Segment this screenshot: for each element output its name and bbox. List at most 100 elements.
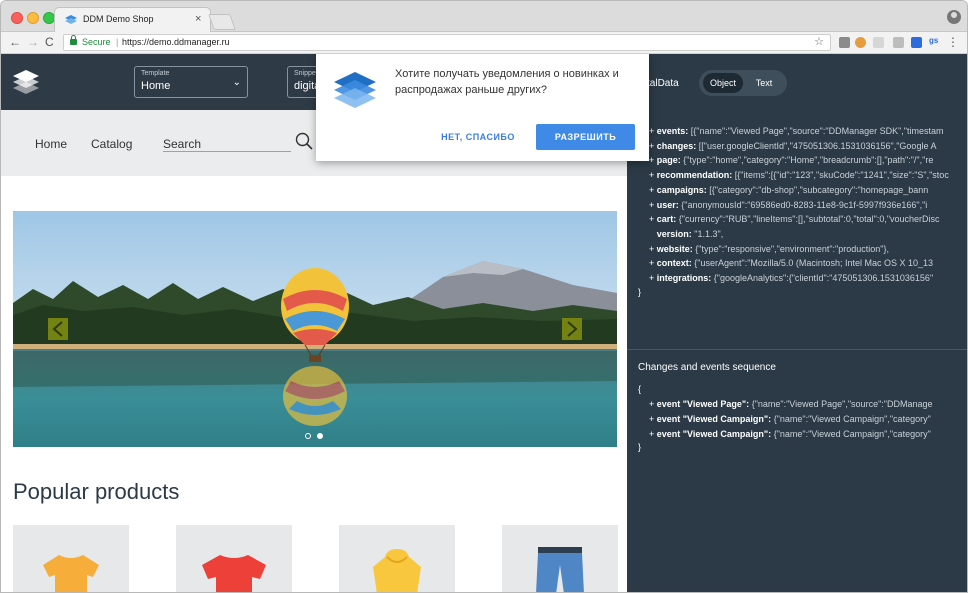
json-row[interactable]: + user: {"anonymousId":"69586ed0-8283-11… <box>649 200 927 210</box>
lock-icon <box>70 35 77 45</box>
carousel-dot-active[interactable] <box>317 433 323 439</box>
nav-link-home[interactable]: Home <box>35 137 67 151</box>
json-row[interactable]: + campaigns: [{"category":"db-shop","sub… <box>649 185 928 195</box>
snippet-dropdown-label: Snippet <box>294 70 318 77</box>
json-key: website: <box>656 243 693 254</box>
browser-window: DDM Demo Shop × ← → C Secure | https://d… <box>0 0 968 593</box>
expand-plus-icon[interactable]: + <box>649 258 657 268</box>
json-row[interactable]: + event "Viewed Campaign": {"name":"View… <box>649 414 931 424</box>
view-text-button[interactable]: Text <box>745 73 783 93</box>
json-row[interactable]: + integrations: {"googleAnalytics":{"cli… <box>649 273 933 283</box>
json-row[interactable]: + event "Viewed Campaign": {"name":"View… <box>649 429 931 439</box>
template-dropdown-label: Template <box>141 70 170 77</box>
view-toggle: Object Text <box>699 70 787 96</box>
json-row[interactable]: + version: "1.1.3", <box>649 229 723 239</box>
profile-icon[interactable] <box>947 10 961 24</box>
url-separator: | <box>116 37 119 47</box>
panel-divider <box>627 349 967 350</box>
deny-notifications-button[interactable]: НЕТ, СПАСИБО <box>428 124 528 150</box>
template-dropdown[interactable]: Template Home ⌄ <box>134 66 248 98</box>
json-key: event "Viewed Campaign": <box>656 414 772 424</box>
json-row[interactable]: + website: {"type":"responsive","environ… <box>649 244 889 254</box>
expand-plus-icon[interactable]: + <box>649 214 657 224</box>
forward-icon[interactable]: → <box>27 35 39 49</box>
json-key: events: <box>656 126 689 136</box>
json-row[interactable]: + changes: [["user.googleClientId","4750… <box>649 141 936 151</box>
page-viewport: Template Home ⌄ Snippet digita Home Cata… <box>1 54 967 592</box>
tab-close-icon[interactable]: × <box>195 13 201 25</box>
carousel-next-button[interactable] <box>562 318 582 340</box>
expand-plus-icon[interactable]: + <box>649 170 657 180</box>
tab-strip: DDM Demo Shop × <box>1 1 967 33</box>
json-row[interactable]: + event "Viewed Page": {"name":"Viewed P… <box>649 399 932 409</box>
json-value: {"name":"Viewed Campaign","category" <box>773 429 931 439</box>
product-card[interactable] <box>339 525 455 592</box>
expand-plus-icon[interactable]: + <box>649 200 657 210</box>
browser-toolbar: ← → C Secure | https://demo.ddmanager.ru… <box>1 32 967 54</box>
json-row[interactable]: + recommendation: [{"items":[{"id":"123"… <box>649 170 949 180</box>
json-row[interactable]: + page: {"type":"home","category":"Home"… <box>649 155 933 165</box>
json-key: user: <box>656 199 679 210</box>
chevron-right-icon <box>567 321 578 337</box>
digital-data-panel: igitalData Object Text { + events: [{"na… <box>627 54 967 592</box>
expand-plus-icon[interactable]: + <box>649 185 657 195</box>
tag-extension-icon[interactable] <box>911 37 922 48</box>
search-icon[interactable] <box>295 132 313 150</box>
expand-plus-icon[interactable]: + <box>649 399 657 409</box>
json-key: context: <box>656 258 692 269</box>
red-tshirt-image <box>202 555 266 592</box>
expand-plus-icon[interactable]: + <box>649 244 657 254</box>
product-card[interactable] <box>176 525 292 592</box>
allow-notifications-button[interactable]: РАЗРЕШИТЬ <box>536 124 635 150</box>
tab-title: DDM Demo Shop <box>83 14 154 24</box>
address-bar[interactable]: Secure | https://demo.ddmanager.ru ☆ <box>63 34 831 51</box>
json-value: [["user.googleClientId","475051306.15310… <box>698 140 937 151</box>
json-value: {"googleAnalytics":{"clientId":"47505130… <box>713 273 934 283</box>
expand-plus-icon[interactable]: + <box>649 155 657 165</box>
reload-icon[interactable]: C <box>45 35 54 49</box>
browser-menu-icon[interactable]: ⋮ <box>947 35 959 49</box>
expand-plus-icon[interactable]: + <box>649 126 657 136</box>
extension-icon[interactable] <box>839 37 850 48</box>
carousel-prev-button[interactable] <box>48 318 68 340</box>
extension-icon[interactable] <box>893 37 904 48</box>
expand-plus-icon[interactable]: + <box>649 414 657 424</box>
orange-tshirt-image <box>43 555 99 592</box>
carousel-dot[interactable] <box>305 433 311 439</box>
json-row[interactable]: + cart: {"currency":"RUB","lineItems":[]… <box>649 214 940 224</box>
json-key: campaigns: <box>656 184 707 195</box>
popular-products-title: Popular products <box>13 479 180 504</box>
gs-extension-icon[interactable]: gs <box>929 36 938 45</box>
expand-plus-icon[interactable]: + <box>649 273 657 283</box>
close-window-button[interactable] <box>11 12 23 24</box>
url-text[interactable]: https://demo.ddmanager.ru <box>122 37 230 47</box>
json-value: [{"category":"db-shop","subcategory":"ho… <box>709 184 929 195</box>
expand-plus-icon[interactable]: + <box>649 141 657 151</box>
json-row[interactable]: + events: [{"name":"Viewed Page","source… <box>649 126 944 136</box>
sequence-title: Changes and events sequence <box>638 362 776 373</box>
hero-image <box>13 211 617 447</box>
json-key: page: <box>656 155 681 166</box>
browser-tab[interactable]: DDM Demo Shop × <box>54 7 211 33</box>
json-row[interactable]: + context: {"userAgent":"Mozilla/5.0 (Ma… <box>649 258 933 268</box>
json-key: integrations: <box>656 273 712 283</box>
nav-link-catalog[interactable]: Catalog <box>91 137 132 151</box>
json-value: "1.1.3", <box>694 228 724 239</box>
bookmark-star-icon[interactable]: ☆ <box>814 35 824 48</box>
view-object-button[interactable]: Object <box>703 73 743 93</box>
product-card[interactable] <box>502 525 618 592</box>
expand-plus-icon[interactable]: + <box>649 429 657 439</box>
sequence-open-brace: { <box>638 384 642 394</box>
layers-icon <box>334 72 376 108</box>
minimize-window-button[interactable] <box>27 12 39 24</box>
extension-icon[interactable] <box>873 37 884 48</box>
logo-icon[interactable] <box>13 70 39 94</box>
json-value: {"name":"Viewed Page","source":"DDManage <box>751 399 933 409</box>
back-icon[interactable]: ← <box>9 35 21 49</box>
product-card[interactable] <box>13 525 129 592</box>
new-tab-button[interactable] <box>208 14 236 30</box>
json-value: [{"items":[{"id":"123","skuCode":"1241",… <box>734 170 949 181</box>
yellow-hoodie-image <box>373 549 421 592</box>
cookie-extension-icon[interactable] <box>855 37 866 48</box>
search-input[interactable]: Search <box>163 134 291 152</box>
